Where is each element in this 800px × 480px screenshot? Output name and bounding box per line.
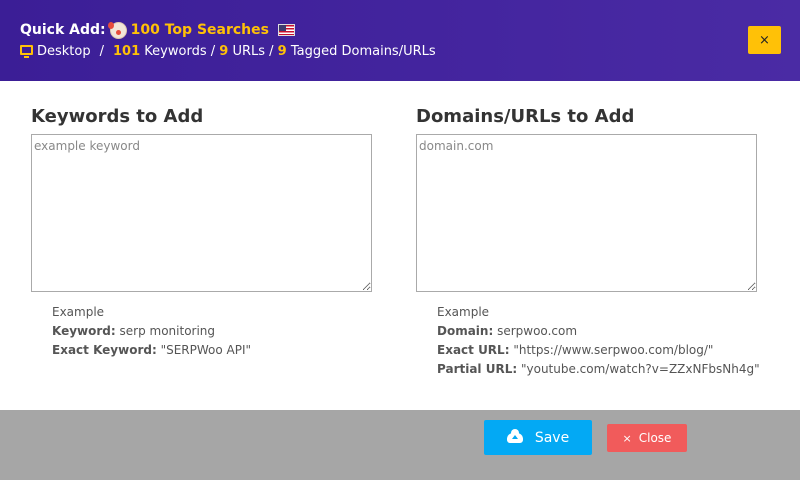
example-line: Domain: serpwoo.com xyxy=(437,322,760,341)
save-button[interactable]: Save xyxy=(484,420,592,455)
close-icon: × xyxy=(759,32,770,48)
tagged-count: 9 xyxy=(277,43,287,59)
example-line: Exact URL: "https://www.serpwoo.com/blog… xyxy=(437,341,760,360)
domains-example: Example Domain: serpwoo.com Exact URL: "… xyxy=(437,303,760,379)
keywords-example: Example Keyword: serp monitoring Exact K… xyxy=(52,303,251,360)
domains-textarea[interactable] xyxy=(416,134,757,292)
example-value: "SERPWoo API" xyxy=(160,343,252,357)
domains-heading: Domains/URLs to Add xyxy=(416,106,635,127)
urls-count: 9 xyxy=(219,43,229,59)
example-label: Exact Keyword: xyxy=(52,343,157,357)
keywords-count-label: Keywords / xyxy=(144,43,216,59)
tagged-count-label: Tagged Domains/URLs xyxy=(290,43,436,59)
example-title: Example xyxy=(437,305,490,319)
device-label: Desktop xyxy=(37,43,91,59)
close-button[interactable]: × Close xyxy=(607,424,687,452)
desktop-icon xyxy=(20,45,33,58)
example-label: Domain: xyxy=(437,324,494,338)
title-prefix: Quick Add: xyxy=(20,22,106,38)
clown-face-icon xyxy=(107,21,127,39)
example-label: Exact URL: xyxy=(437,343,510,357)
example-value: "https://www.serpwoo.com/blog/" xyxy=(513,343,714,357)
modal-title: Quick Add: 100 Top Searches xyxy=(20,20,295,40)
keywords-count: 101 xyxy=(113,43,141,59)
example-value: serp monitoring xyxy=(119,324,216,338)
breadcrumb-separator: / xyxy=(99,43,105,59)
header-close-button[interactable]: × xyxy=(748,26,781,54)
example-title: Example xyxy=(52,305,105,319)
example-value: serpwoo.com xyxy=(497,324,578,338)
modal-header: Quick Add: 100 Top Searches Desktop / 10… xyxy=(0,0,800,81)
keywords-textarea[interactable] xyxy=(31,134,372,292)
urls-count-label: URLs / xyxy=(232,43,274,59)
keywords-heading: Keywords to Add xyxy=(31,106,204,127)
save-label: Save xyxy=(534,429,570,446)
modal-body: Keywords to Add Example Keyword: serp mo… xyxy=(0,81,800,410)
cloud-upload-icon xyxy=(506,428,523,443)
modal-footer: Save × Close xyxy=(0,410,800,480)
group-name: 100 Top Searches xyxy=(130,22,269,38)
example-label: Keyword: xyxy=(52,324,116,338)
example-line: Keyword: serp monitoring xyxy=(52,322,251,341)
example-line: Partial URL: "youtube.com/watch?v=ZZxNFb… xyxy=(437,360,760,379)
breadcrumb: Desktop / 101 Keywords / 9 URLs / 9 Tagg… xyxy=(20,42,436,60)
example-label: Partial URL: xyxy=(437,362,518,376)
example-line: Exact Keyword: "SERPWoo API" xyxy=(52,341,251,360)
close-label: Close xyxy=(638,431,672,445)
quick-add-modal: Quick Add: 100 Top Searches Desktop / 10… xyxy=(0,0,800,480)
close-icon: × xyxy=(622,431,632,445)
example-value: "youtube.com/watch?v=ZZxNFbsNh4g" xyxy=(520,362,760,376)
us-flag-icon xyxy=(277,24,295,36)
